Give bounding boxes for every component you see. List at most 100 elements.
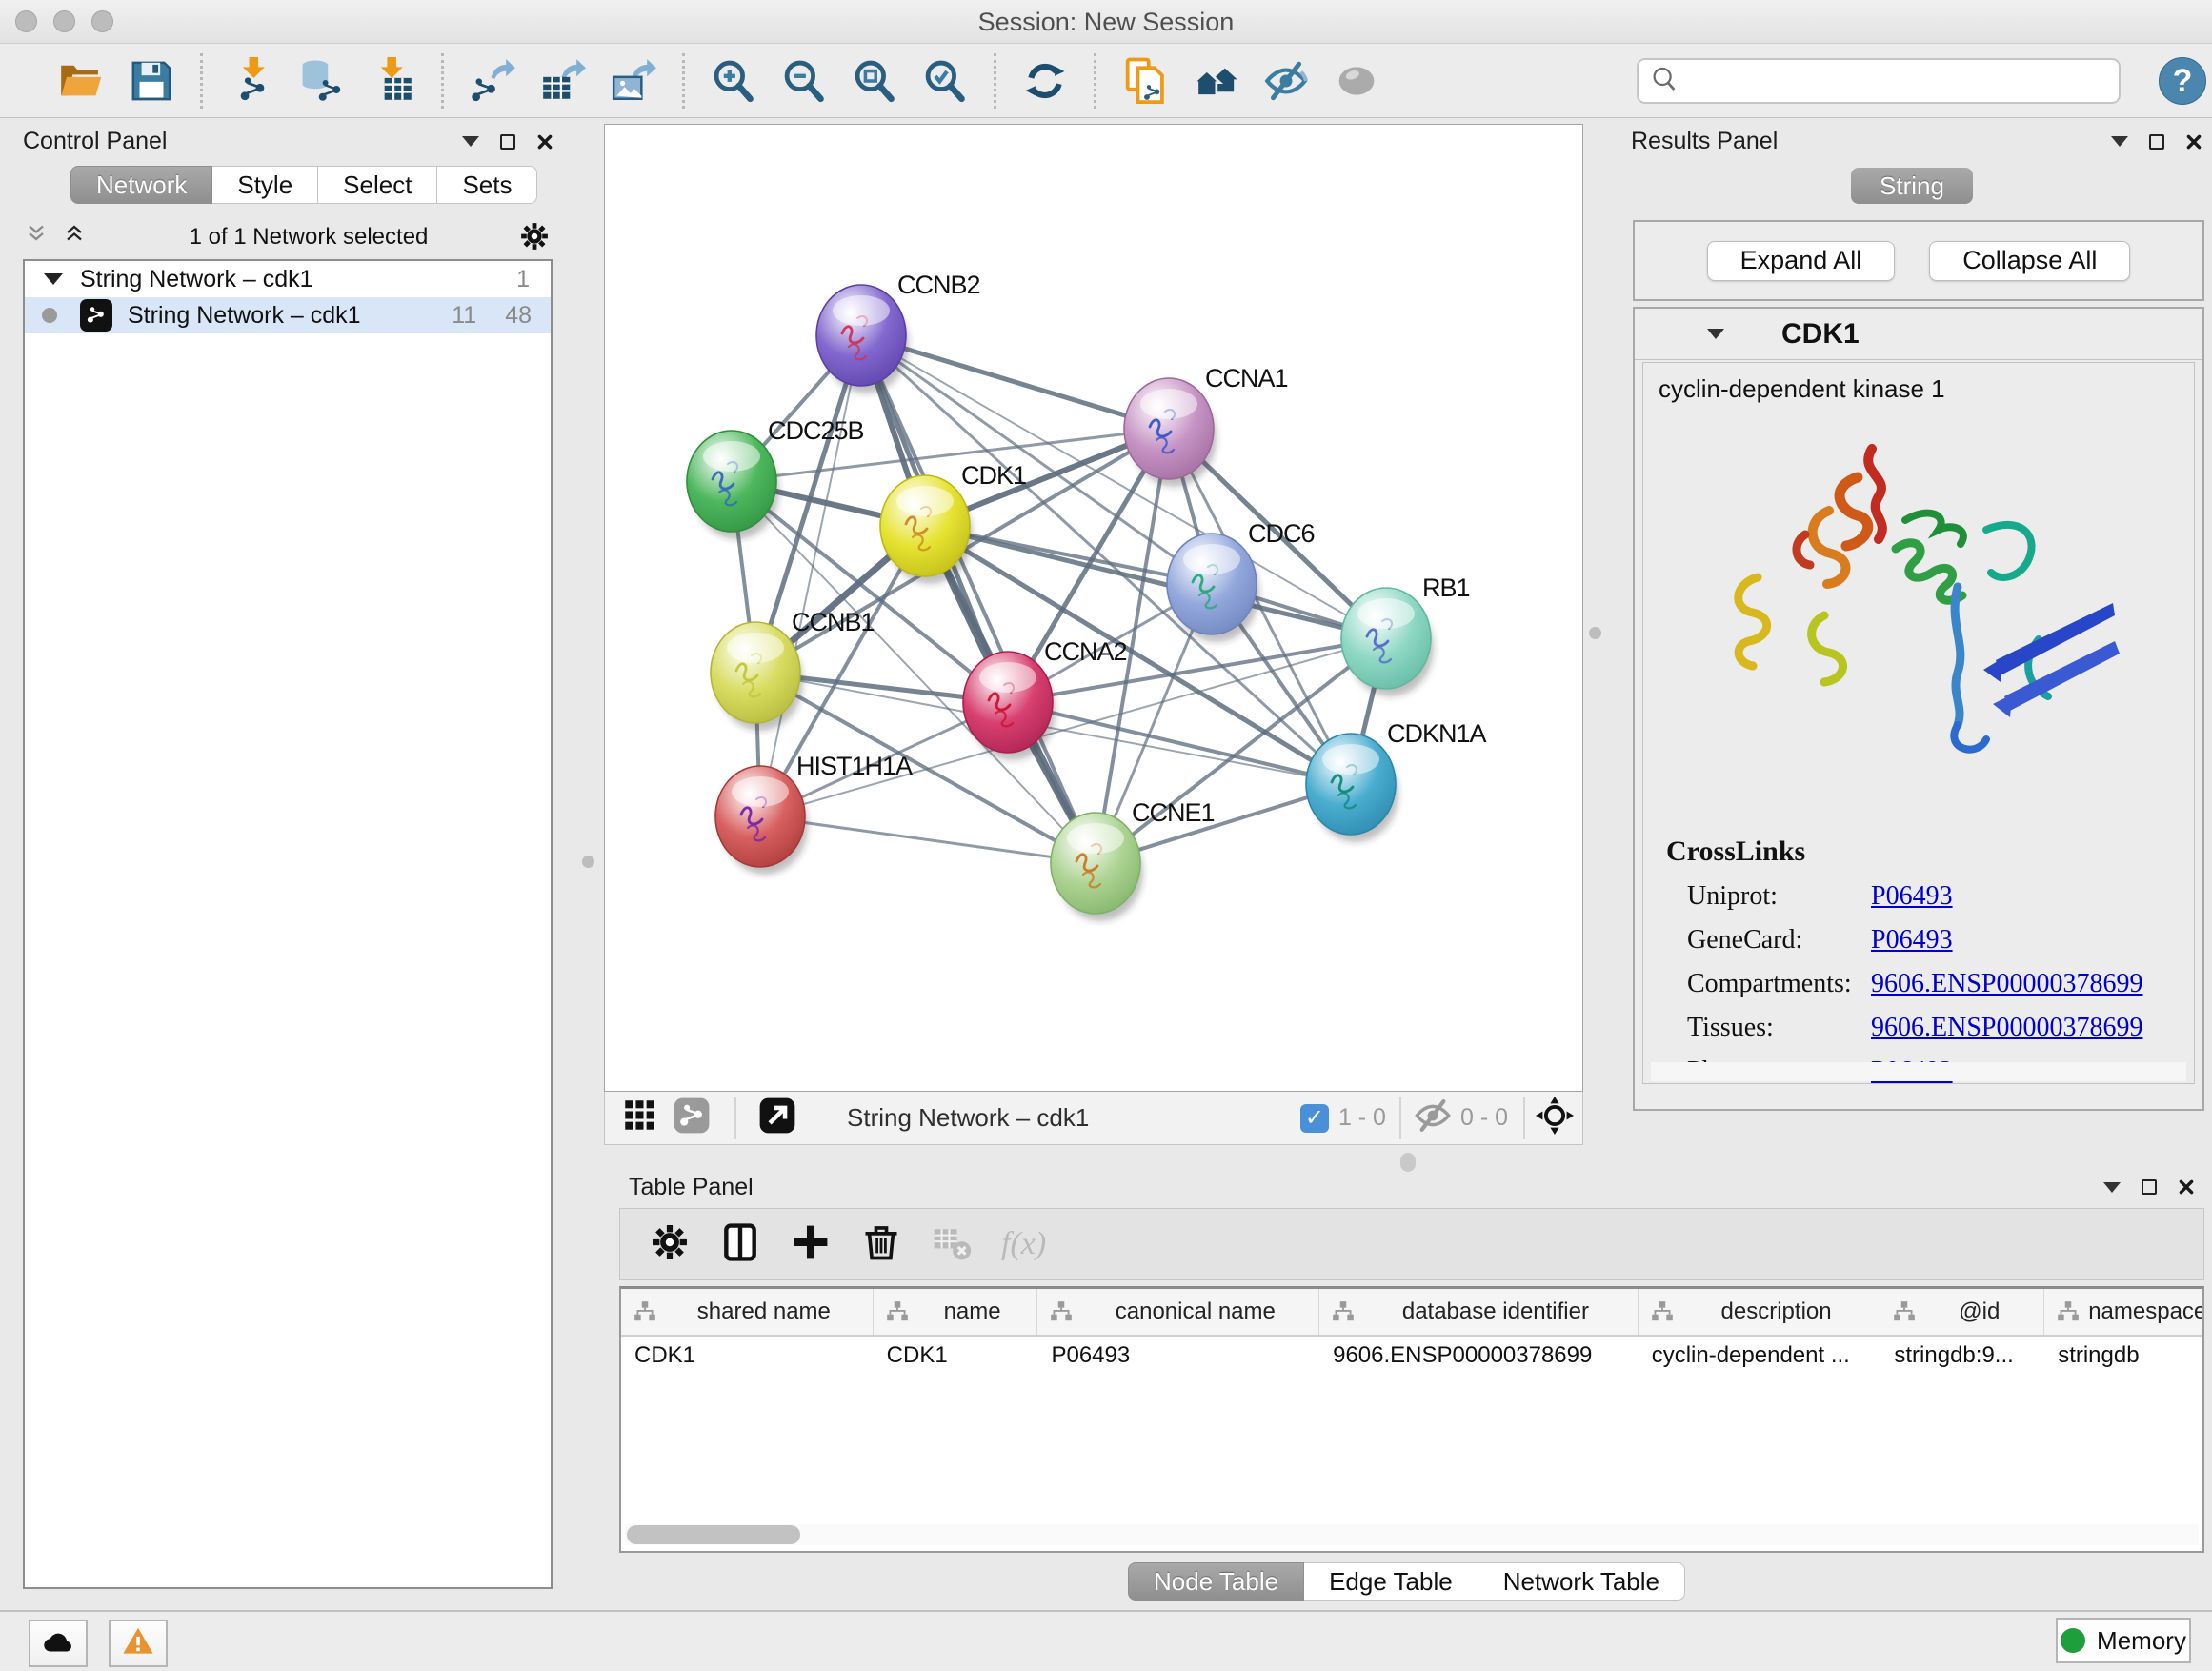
zoom-fit-content-icon[interactable] [839, 51, 910, 111]
zoom-selected-region-icon[interactable] [910, 51, 980, 111]
collapse-all-button[interactable]: Collapse All [1929, 241, 2130, 281]
network-status-dot [42, 308, 57, 323]
network-label: String Network – cdk1 [128, 302, 452, 330]
refresh-view-icon[interactable] [1010, 51, 1080, 111]
first-neighbors-icon[interactable] [1180, 51, 1251, 111]
tab-select[interactable]: Select [318, 166, 437, 204]
crosslinks-section: CrossLinks Uniprot:P06493GeneCard:P06493… [1666, 836, 2142, 1084]
right-splitter-handle[interactable] [1589, 627, 1601, 639]
zoom-out-icon[interactable] [769, 51, 839, 111]
search-box[interactable] [1637, 58, 2121, 104]
column-header-databaseidentifier[interactable]: database identifier [1319, 1289, 1639, 1335]
import-network-from-database-icon[interactable] [287, 51, 357, 111]
export-network-icon[interactable] [457, 51, 528, 111]
tab-node-table[interactable]: Node Table [1128, 1562, 1304, 1601]
crosslink-row: Compartments:9606.ENSP00000378699 [1666, 969, 2142, 999]
new-network-from-selection-icon[interactable] [1110, 51, 1180, 111]
open-in-window-icon[interactable] [757, 1096, 797, 1140]
close-table-icon[interactable] [2178, 1178, 2195, 1196]
node-RB1[interactable]: RB1 [1341, 574, 1470, 689]
selected-checkbox[interactable]: ✓ [1300, 1104, 1329, 1133]
cloud-button[interactable] [29, 1620, 88, 1667]
help-button[interactable]: ? [2159, 57, 2206, 105]
export-table-icon[interactable] [528, 51, 598, 111]
edge-CCNB2-CCNE1[interactable] [861, 335, 1096, 863]
column-header-name[interactable]: name [874, 1289, 1038, 1335]
crosshair-icon[interactable] [1535, 1096, 1575, 1140]
column-header-id[interactable]: @id [1880, 1289, 2044, 1335]
table-cell[interactable]: CDK1 [621, 1337, 874, 1377]
tab-network[interactable]: Network [70, 166, 212, 204]
table-cell[interactable]: P06493 [1037, 1337, 1319, 1377]
collapse-panel-icon[interactable] [462, 136, 479, 147]
hide-selected-icon[interactable] [1251, 51, 1321, 111]
table-cell[interactable]: stringdb:9... [1880, 1337, 2044, 1377]
horizontal-splitter-handle[interactable] [1400, 1153, 1416, 1172]
zoom-in-icon[interactable] [698, 51, 769, 111]
collapse-table-icon[interactable] [2103, 1182, 2121, 1193]
collapse-all-networks-icon[interactable] [23, 223, 61, 252]
column-header-sharedname[interactable]: shared name [621, 1289, 874, 1335]
column-header-canonicalname[interactable]: canonical name [1037, 1289, 1319, 1335]
add-row-icon[interactable] [790, 1221, 832, 1268]
left-splitter-handle[interactable] [582, 856, 594, 868]
collapse-results-icon[interactable] [2111, 136, 2128, 147]
cloud-icon [41, 1624, 75, 1663]
edge-CCNB2-HIST1H1A[interactable] [760, 335, 861, 816]
float-table-icon[interactable] [2142, 1179, 2157, 1195]
edge-CCNA2-CDKN1A[interactable] [1008, 702, 1351, 784]
show-hide-columns-icon[interactable] [719, 1221, 761, 1268]
table-cell[interactable]: stringdb [2044, 1337, 2202, 1377]
column-header-namespace[interactable]: namespace [2044, 1289, 2202, 1335]
tab-sets[interactable]: Sets [437, 166, 537, 204]
tab-network-table[interactable]: Network Table [1478, 1562, 1685, 1601]
crosslink-link[interactable]: 9606.ENSP00000378699 [1871, 1013, 2142, 1043]
import-table-from-file-icon[interactable] [357, 51, 428, 111]
export-image-icon[interactable] [598, 51, 669, 111]
expand-all-networks-icon[interactable] [61, 223, 99, 252]
save-session-icon[interactable] [116, 51, 187, 111]
node-CDK1[interactable]: CDK1 [880, 461, 1026, 576]
network-row[interactable]: String Network – cdk1 11 48 [25, 297, 551, 333]
tab-style[interactable]: Style [212, 166, 318, 204]
network-options-gear-icon[interactable] [518, 220, 553, 254]
node-CDKN1A[interactable]: CDKN1A [1306, 719, 1487, 835]
float-results-icon[interactable] [2149, 134, 2164, 150]
node-HIST1H1A[interactable]: HIST1H1A [715, 752, 913, 867]
toolbar-separator [441, 53, 444, 109]
crosslink-link[interactable]: P06493 [1871, 881, 1953, 912]
network-collection-row[interactable]: String Network – cdk1 1 [25, 261, 551, 297]
delete-row-icon[interactable] [860, 1221, 902, 1268]
close-results-icon[interactable] [2185, 133, 2202, 151]
float-panel-icon[interactable] [500, 134, 515, 150]
results-scrollbar[interactable] [1651, 1062, 2186, 1081]
close-panel-icon[interactable] [536, 133, 553, 151]
table-cell[interactable]: CDK1 [874, 1337, 1038, 1377]
tree-expand-icon[interactable] [44, 273, 63, 285]
search-input[interactable] [1679, 62, 2119, 100]
crosslink-link[interactable]: 9606.ENSP00000378699 [1871, 969, 2142, 999]
selected-counts: 1 - 0 [1338, 1104, 1386, 1132]
tab-edge-table[interactable]: Edge Table [1304, 1562, 1478, 1601]
table-row[interactable]: CDK1CDK1P064939606.ENSP00000378699cyclin… [621, 1337, 2202, 1377]
show-all-icon[interactable] [1321, 51, 1392, 111]
memory-button[interactable]: Memory [2056, 1618, 2191, 1663]
table-settings-icon[interactable] [649, 1221, 691, 1268]
table-cell[interactable]: 9606.ENSP00000378699 [1319, 1337, 1639, 1377]
network-view-canvas[interactable]: CCNB2CCNA1CDC25BCDK1CDC6RB1CCNB1CCNA2HIS… [604, 124, 1583, 1092]
node-gloss [896, 486, 954, 516]
grid-mode-icon[interactable] [620, 1096, 660, 1140]
scrollbar-thumb[interactable] [627, 1525, 800, 1544]
open-session-icon[interactable] [46, 51, 116, 111]
protein-section-header[interactable]: CDK1 [1635, 309, 2202, 360]
birdseye-mode-icon[interactable] [672, 1096, 712, 1140]
results-tab-string[interactable]: String [1851, 168, 1973, 204]
column-header-description[interactable]: description [1639, 1289, 1881, 1335]
warnings-button[interactable] [109, 1620, 168, 1667]
edge-HIST1H1A-CCNE1[interactable] [760, 816, 1096, 863]
import-network-from-file-icon[interactable] [216, 51, 287, 111]
expand-all-button[interactable]: Expand All [1707, 241, 1896, 281]
hidden-eye-slash-icon[interactable] [1413, 1096, 1453, 1140]
crosslink-link[interactable]: P06493 [1871, 925, 1953, 956]
table-cell[interactable]: cyclin-dependent ... [1639, 1337, 1881, 1377]
